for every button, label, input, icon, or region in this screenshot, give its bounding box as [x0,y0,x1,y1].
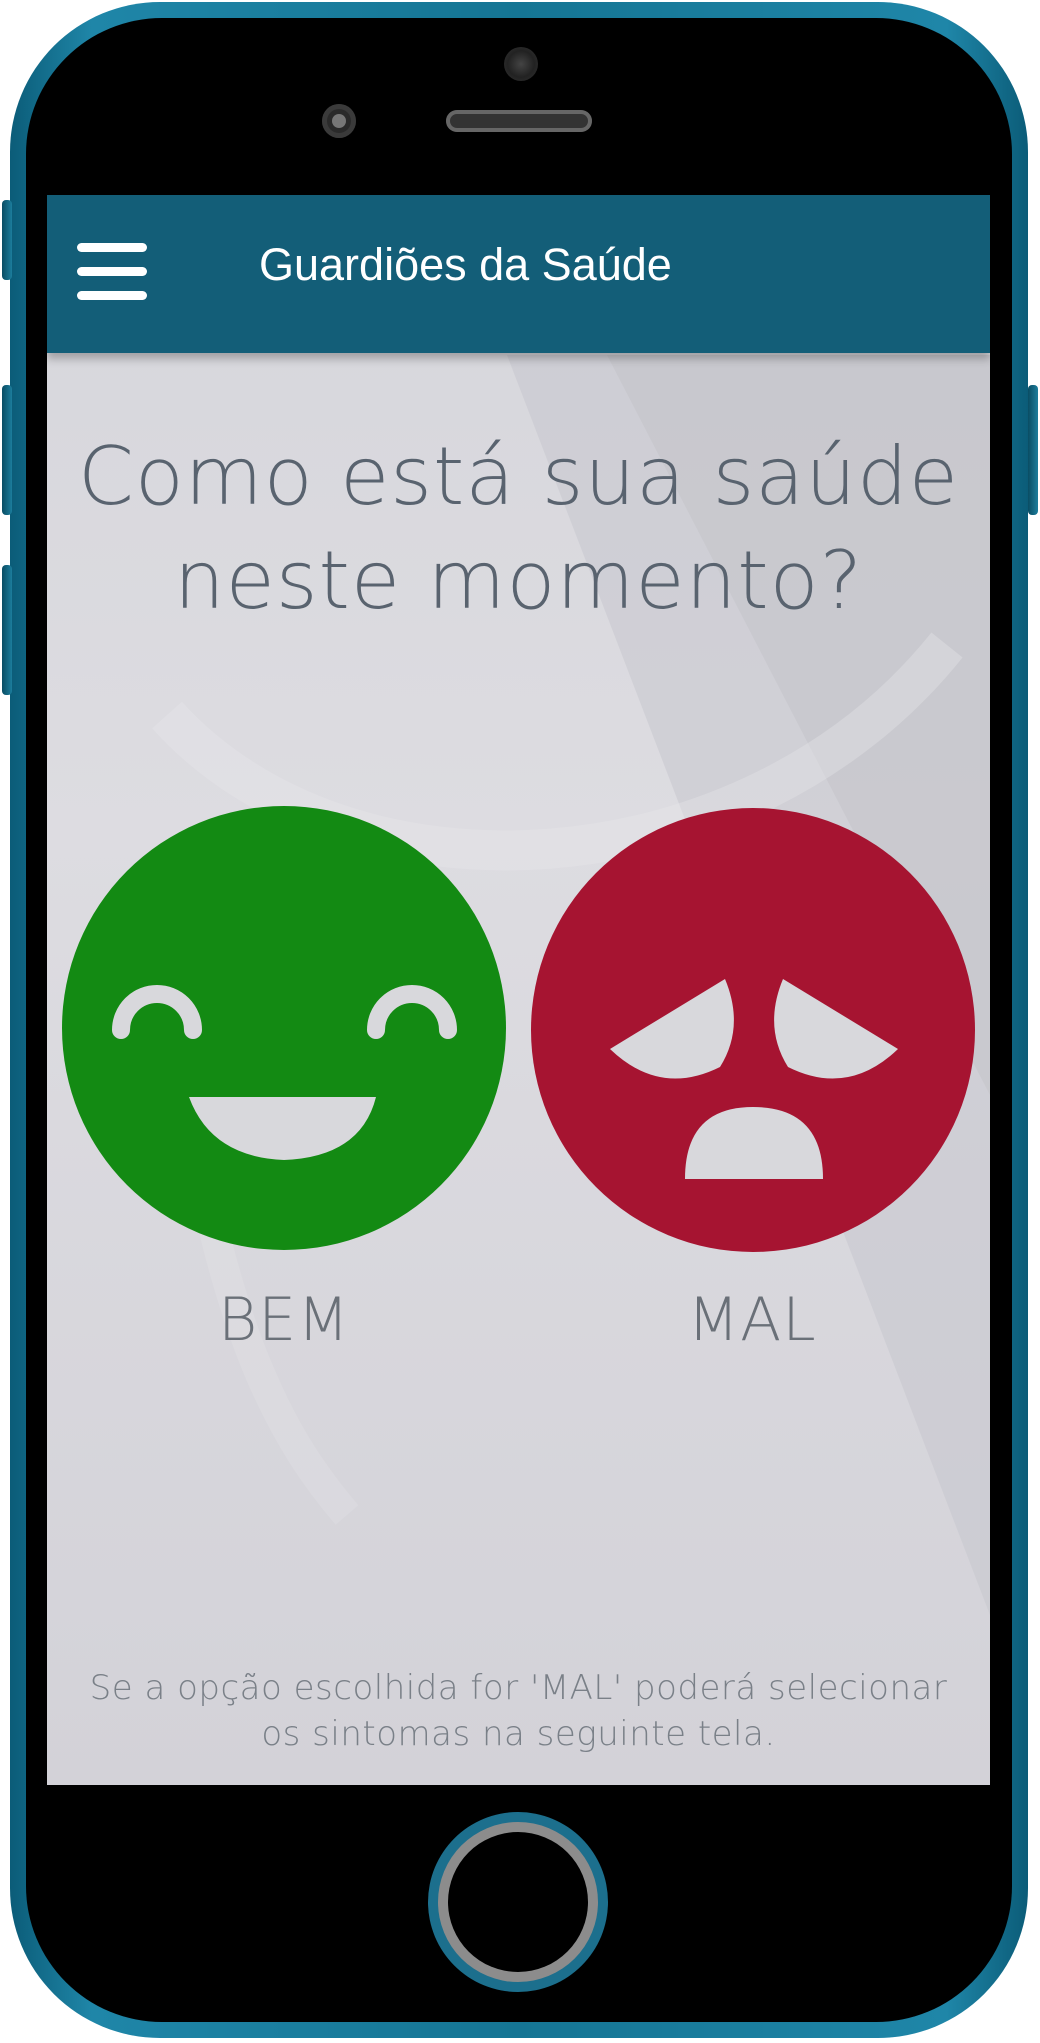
front-camera [504,47,538,81]
question-line-1: Como está sua saúde [77,430,960,523]
mute-switch [2,200,12,280]
sad-face-icon[interactable] [530,807,976,1253]
health-question: Como está sua saúde neste momento? [47,425,990,633]
proximity-sensor [322,104,356,138]
home-button[interactable] [428,1812,608,1992]
app-title: Guardiões da Saúde [259,239,672,290]
hamburger-menu-icon[interactable] [77,243,147,301]
app-bar: Guardiões da Saúde [47,195,990,353]
mal-label[interactable]: MAL [602,1285,902,1355]
volume-up-button [2,385,12,515]
bem-label[interactable]: BEM [134,1285,434,1355]
power-button [1028,385,1038,515]
question-line-2: neste momento? [173,534,864,627]
happy-face-icon[interactable] [61,805,507,1251]
hint-line-2: os sintomas na seguinte tela. [261,1714,776,1754]
app-screen: Guardiões da Saúde Como está sua saúde n… [47,195,990,1785]
volume-down-button [2,565,12,695]
hint-line-1: Se a opção escolhida for 'MAL' poderá se… [89,1668,948,1708]
hint-text: Se a opção escolhida for 'MAL' poderá se… [67,1665,970,1757]
earpiece-speaker [446,110,592,132]
